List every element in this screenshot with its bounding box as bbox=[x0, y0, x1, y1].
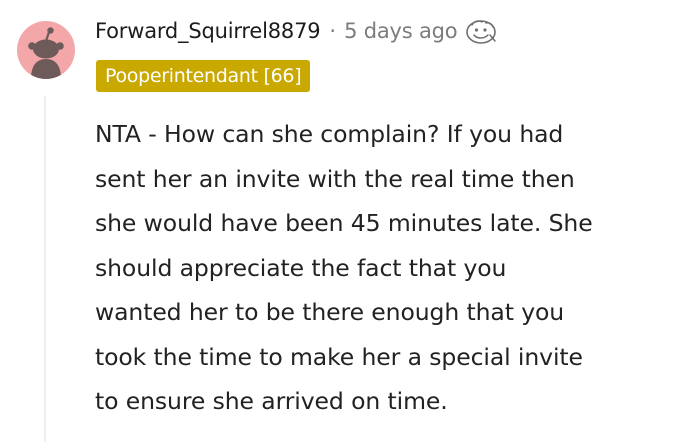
comment-meta: Forward_Squirrel8879 · 5 days ago bbox=[95, 14, 498, 48]
snoo-avatar-icon bbox=[28, 27, 64, 79]
user-flair: Pooperintendant [66] bbox=[96, 60, 311, 92]
username-link[interactable]: Forward_Squirrel8879 bbox=[95, 19, 321, 43]
comment-body-line: she would have been 45 minutes late. She bbox=[95, 209, 593, 237]
meta-separator: · bbox=[329, 19, 337, 43]
comment-body: NTA - How can she complain? If you had s… bbox=[95, 112, 690, 424]
timestamp-link[interactable]: 5 days ago bbox=[344, 19, 458, 43]
comment: Forward_Squirrel8879 · 5 days ago Pooper… bbox=[0, 0, 700, 442]
comment-body-line: to ensure she arrived on time. bbox=[95, 387, 448, 415]
comment-body-line: wanted her to be there enough that you bbox=[95, 298, 565, 326]
comment-body-line: should appreciate the fact that you bbox=[95, 253, 507, 282]
award-face-icon[interactable] bbox=[464, 17, 498, 45]
avatar[interactable] bbox=[17, 21, 75, 79]
comment-body-line: took the time to make her a special invi… bbox=[95, 342, 583, 371]
thread-line[interactable] bbox=[44, 96, 46, 442]
comment-body-line: NTA - How can she complain? If you had bbox=[95, 120, 564, 148]
comment-body-line: sent her an invite with the real time th… bbox=[95, 164, 575, 193]
